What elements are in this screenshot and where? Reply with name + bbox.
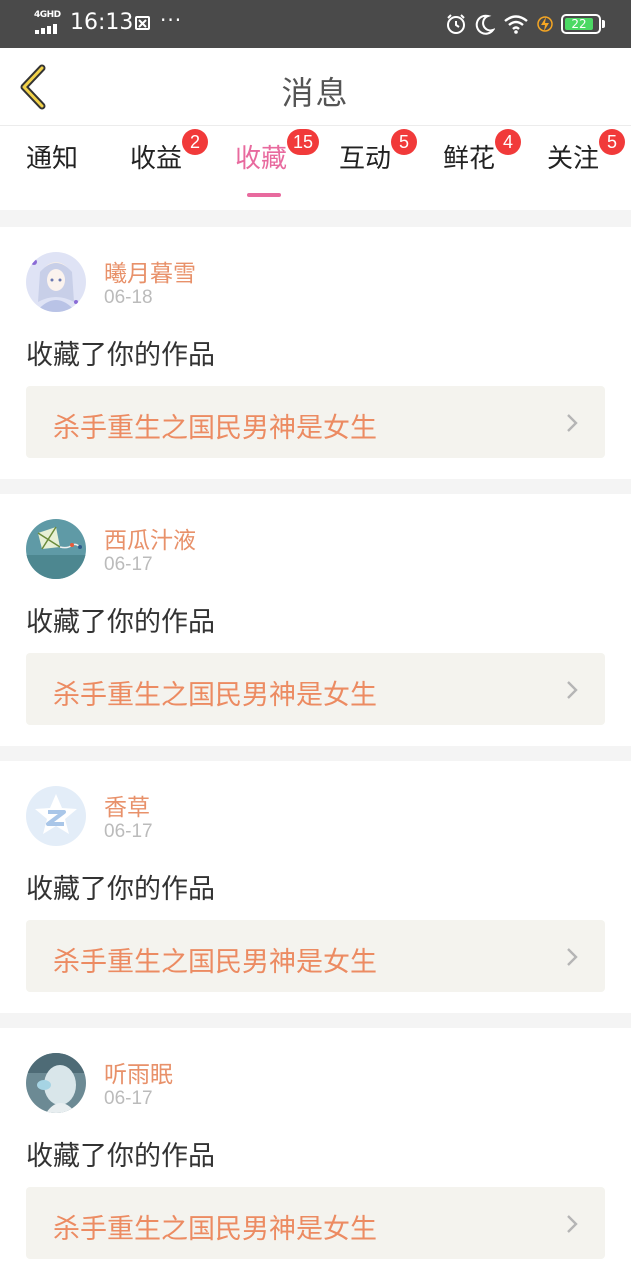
status-bar: 4GHD 16:13 ··· 22	[0, 0, 631, 48]
unread-badge: 5	[391, 129, 417, 155]
more-notifications-indicator: ···	[160, 8, 183, 32]
unread-badge: 2	[182, 129, 208, 155]
unread-badge: 4	[495, 129, 521, 155]
divider	[0, 210, 631, 227]
message-item: 西瓜汁液 06-17 收藏了你的作品 杀手重生之国民男神是女生	[0, 494, 631, 746]
divider	[0, 479, 631, 494]
username[interactable]: 香草	[104, 788, 150, 822]
message-date: 06-17	[104, 821, 153, 842]
tab-flowers[interactable]: 鲜花 4	[443, 129, 521, 198]
unread-badge: 5	[599, 129, 625, 155]
kite-avatar[interactable]	[26, 519, 86, 579]
message-date: 06-17	[104, 1088, 153, 1109]
work-link[interactable]: 杀手重生之国民男神是女生	[26, 920, 605, 992]
message-action: 收藏了你的作品	[26, 1141, 215, 1172]
tab-favorites[interactable]: 收藏 15	[235, 129, 320, 198]
tab-label: 收藏	[235, 144, 288, 174]
message-item: 听雨眠 06-17 收藏了你的作品 杀手重生之国民男神是女生	[0, 1028, 631, 1280]
tab-notice[interactable]: 通知	[26, 138, 78, 198]
tab-earnings[interactable]: 收益 2	[130, 129, 208, 198]
message-item: 香草 06-17 收藏了你的作品 杀手重生之国民男神是女生	[0, 761, 631, 1013]
username[interactable]: 曦月暮雪	[104, 254, 196, 288]
nav-header: 消息	[0, 48, 631, 126]
work-link[interactable]: 杀手重生之国民男神是女生	[26, 386, 605, 458]
anime-avatar[interactable]	[26, 252, 86, 312]
message-item: 曦月暮雪 06-18 收藏了你的作品 杀手重生之国民男神是女生	[0, 227, 631, 479]
work-link[interactable]: 杀手重生之国民男神是女生	[26, 1187, 605, 1259]
battery-icon: 22	[561, 14, 605, 34]
default-star-avatar[interactable]	[26, 786, 86, 846]
message-action: 收藏了你的作品	[26, 874, 215, 905]
charging-icon	[537, 16, 553, 32]
username[interactable]: 听雨眠	[104, 1055, 173, 1089]
alarm-icon	[447, 14, 465, 34]
tab-label: 关注	[547, 144, 600, 174]
tab-label: 鲜花	[443, 144, 496, 174]
tab-label: 收益	[130, 144, 183, 174]
message-action: 收藏了你的作品	[26, 607, 215, 638]
cellular-signal-icon: 4GHD	[34, 10, 64, 35]
status-time: 16:13	[70, 10, 134, 35]
divider	[0, 1013, 631, 1028]
tab-label: 互动	[339, 144, 392, 174]
work-title: 杀手重生之国民男神是女生	[53, 1214, 377, 1245]
tab-follow[interactable]: 关注 5	[547, 129, 625, 198]
tab-label: 通知	[26, 144, 79, 174]
message-action: 收藏了你的作品	[26, 340, 215, 371]
divider	[0, 746, 631, 761]
battery-level: 22	[571, 17, 587, 31]
chevron-right-icon	[567, 1215, 578, 1233]
work-title: 杀手重生之国民男神是女生	[53, 413, 377, 444]
chevron-right-icon	[567, 681, 578, 699]
message-date: 06-17	[104, 554, 153, 575]
message-date: 06-18	[104, 287, 153, 308]
tab-interaction[interactable]: 互动 5	[339, 129, 417, 198]
page-title: 消息	[281, 74, 350, 112]
screenshot-icon	[135, 16, 150, 30]
photo-avatar[interactable]	[26, 1053, 86, 1113]
active-tab-indicator	[247, 193, 281, 197]
moon-icon	[475, 14, 495, 35]
work-title: 杀手重生之国民男神是女生	[53, 947, 377, 978]
chevron-right-icon	[567, 948, 578, 966]
wifi-icon	[504, 15, 528, 34]
network-type: 4GHD	[34, 10, 61, 20]
unread-badge: 15	[287, 129, 320, 155]
username[interactable]: 西瓜汁液	[104, 521, 196, 555]
message-tabs: 通知 收益 2 收藏 15 互动 5 鲜花 4 关注 5	[0, 126, 631, 210]
work-title: 杀手重生之国民男神是女生	[53, 680, 377, 711]
work-link[interactable]: 杀手重生之国民男神是女生	[26, 653, 605, 725]
chevron-right-icon	[567, 414, 578, 432]
